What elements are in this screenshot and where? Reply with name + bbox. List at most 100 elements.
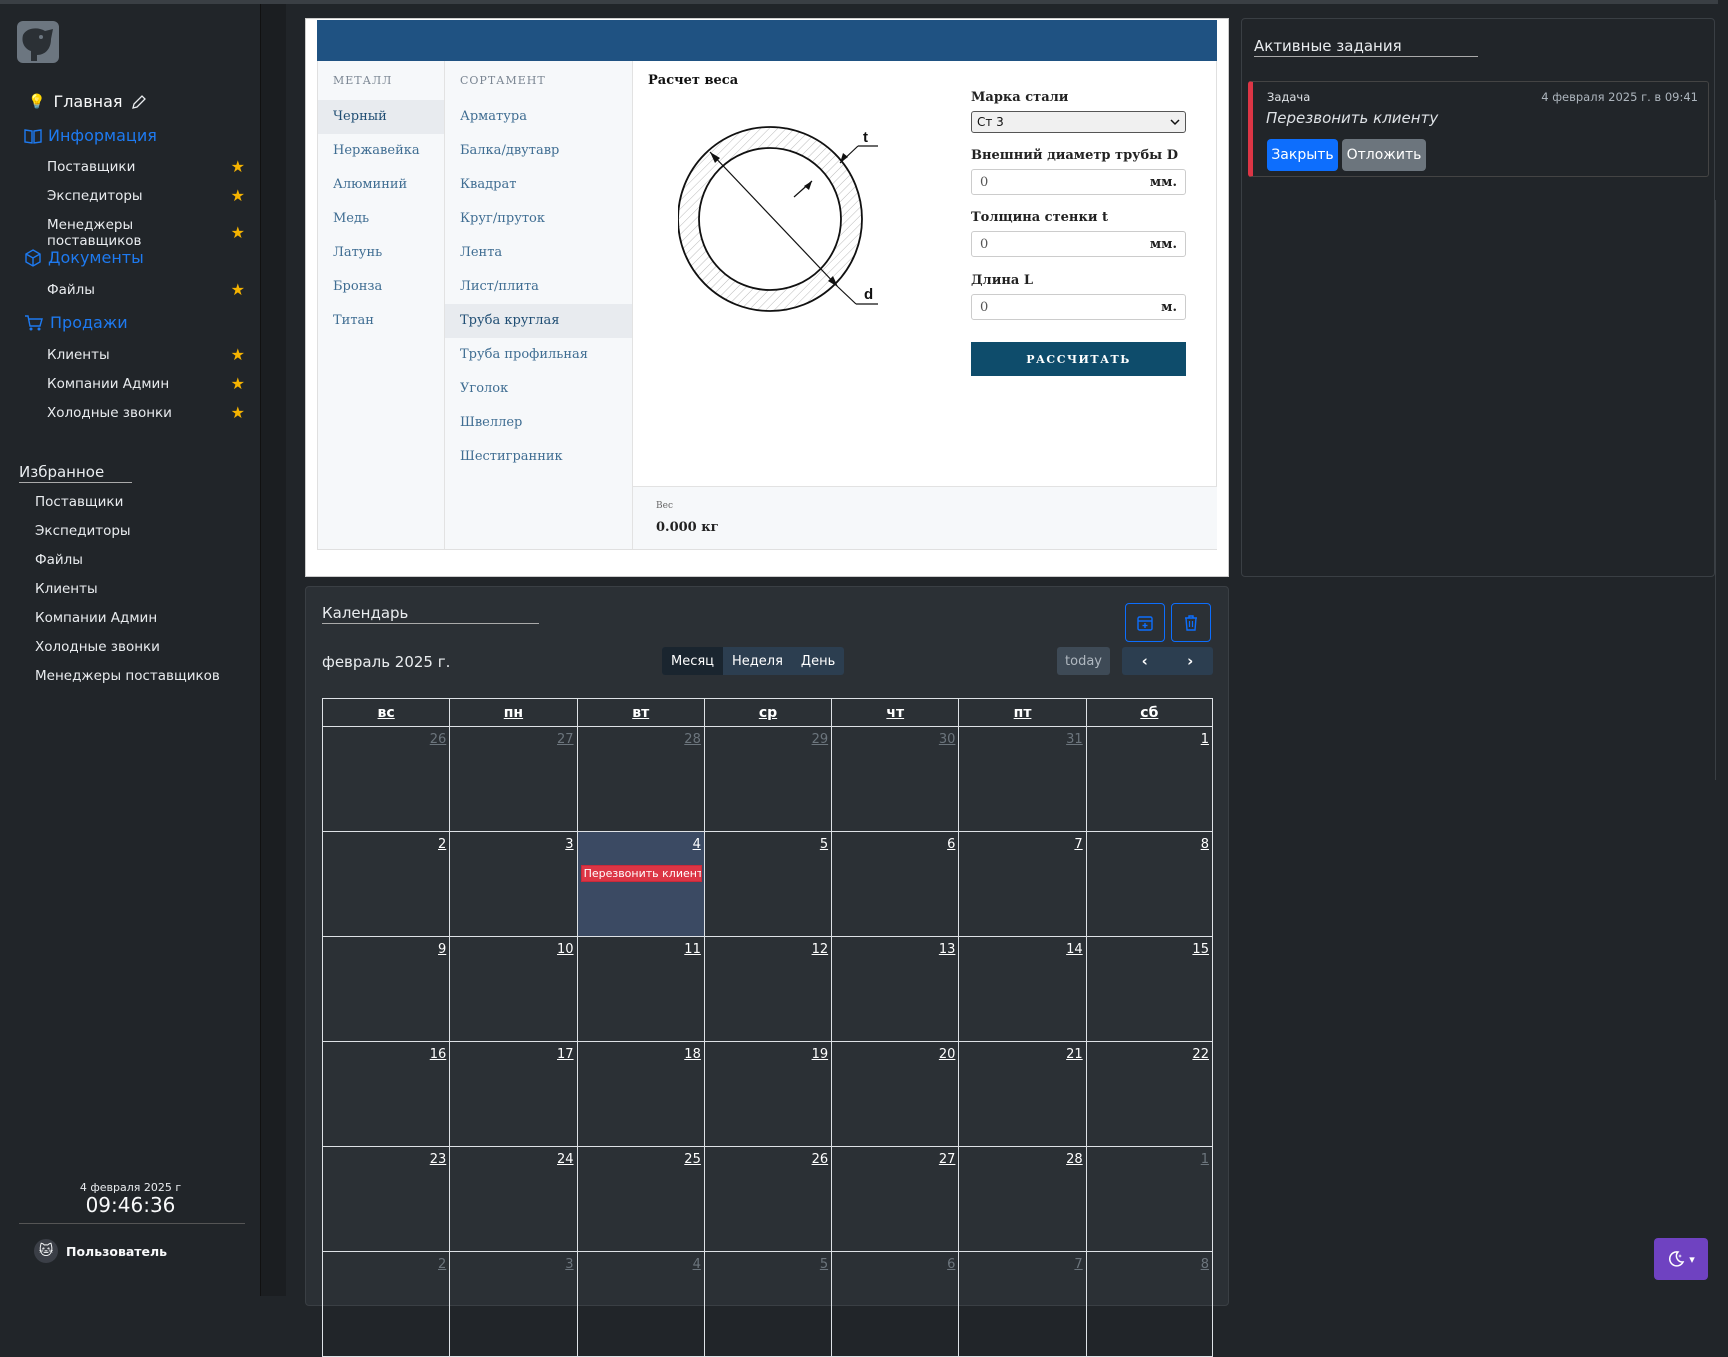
day-number[interactable]: 27 bbox=[939, 1152, 956, 1167]
day-number[interactable]: 20 bbox=[939, 1047, 956, 1062]
sidebar-item-clients[interactable]: Клиенты ★ bbox=[47, 347, 245, 364]
close-task-button[interactable]: Закрыть bbox=[1267, 139, 1338, 171]
assortment-item[interactable]: Труба профильная bbox=[445, 338, 632, 372]
day-number[interactable]: 26 bbox=[812, 1152, 829, 1167]
calendar-day[interactable]: 5 bbox=[703, 1252, 832, 1357]
day-number[interactable]: 7 bbox=[1074, 1257, 1082, 1272]
calendar-day[interactable]: 5 bbox=[703, 832, 832, 937]
nav-home[interactable]: 💡 Главная bbox=[28, 92, 147, 111]
theme-toggle-button[interactable]: ▾ bbox=[1654, 1238, 1708, 1280]
calendar-day[interactable]: 3 bbox=[449, 832, 577, 937]
sidebar-item-suppliers[interactable]: Поставщики ★ bbox=[47, 159, 245, 176]
add-event-button[interactable] bbox=[1125, 603, 1165, 642]
assortment-item[interactable]: Швеллер bbox=[445, 406, 632, 440]
view-week-button[interactable]: Неделя bbox=[723, 647, 792, 675]
star-icon[interactable]: ★ bbox=[231, 188, 245, 204]
day-number[interactable]: 26 bbox=[430, 732, 447, 747]
day-number[interactable]: 28 bbox=[684, 732, 701, 747]
calendar-day[interactable]: 27 bbox=[831, 1147, 959, 1252]
day-number[interactable]: 23 bbox=[430, 1152, 447, 1167]
day-number[interactable]: 28 bbox=[1066, 1152, 1083, 1167]
assortment-item[interactable]: Лента bbox=[445, 236, 632, 270]
calendar-day[interactable]: 26 bbox=[322, 727, 450, 832]
star-icon[interactable]: ★ bbox=[231, 282, 245, 298]
day-number[interactable]: 29 bbox=[812, 732, 829, 747]
calendar-day[interactable]: 7 bbox=[958, 1252, 1086, 1357]
nav-sales[interactable]: Продажи bbox=[24, 313, 128, 332]
day-number[interactable]: 9 bbox=[438, 942, 446, 957]
assortment-item[interactable]: Квадрат bbox=[445, 168, 632, 202]
day-number[interactable]: 15 bbox=[1192, 942, 1209, 957]
calendar-day[interactable]: 8 bbox=[1085, 832, 1213, 937]
metal-item[interactable]: Латунь bbox=[318, 236, 444, 270]
sidebar-item-files[interactable]: Файлы ★ bbox=[47, 282, 245, 299]
sidebar-item-cold-calls[interactable]: Холодные звонки ★ bbox=[47, 405, 245, 422]
calendar-day[interactable]: 30 bbox=[831, 727, 959, 832]
star-icon[interactable]: ★ bbox=[231, 405, 245, 421]
pencil-icon[interactable] bbox=[131, 94, 147, 110]
day-number[interactable]: 6 bbox=[947, 1257, 955, 1272]
calendar-day[interactable]: 16 bbox=[322, 1042, 450, 1147]
calendar-day[interactable]: 10 bbox=[449, 937, 577, 1042]
calendar-day[interactable]: 7 bbox=[958, 832, 1086, 937]
calendar-day[interactable]: 4 Перезвонить клиенту bbox=[576, 832, 704, 937]
day-number[interactable]: 31 bbox=[1066, 732, 1083, 747]
day-number[interactable]: 2 bbox=[438, 837, 446, 852]
metal-item[interactable]: Нержавейка bbox=[318, 134, 444, 168]
calendar-day[interactable]: 20 bbox=[831, 1042, 959, 1147]
favorite-item[interactable]: Клиенты bbox=[35, 581, 98, 597]
day-number[interactable]: 3 bbox=[565, 837, 573, 852]
calendar-day[interactable]: 2 bbox=[322, 1252, 450, 1357]
day-number[interactable]: 7 bbox=[1074, 837, 1082, 852]
length-input[interactable]: 0 м. bbox=[971, 294, 1186, 320]
star-icon[interactable]: ★ bbox=[231, 347, 245, 363]
favorite-item[interactable]: Экспедиторы bbox=[35, 523, 131, 539]
calendar-day[interactable]: 29 bbox=[703, 727, 832, 832]
calendar-day[interactable]: 19 bbox=[703, 1042, 832, 1147]
calendar-day[interactable]: 26 bbox=[703, 1147, 832, 1252]
view-month-button[interactable]: Месяц bbox=[662, 647, 724, 675]
day-number[interactable]: 2 bbox=[438, 1257, 446, 1272]
favorite-item[interactable]: Файлы bbox=[35, 552, 83, 568]
calendar-day[interactable]: 28 bbox=[576, 727, 704, 832]
assortment-item[interactable]: Балка/двутавр bbox=[445, 134, 632, 168]
prev-month-button[interactable]: ‹ bbox=[1122, 647, 1168, 675]
calendar-day[interactable]: 28 bbox=[958, 1147, 1086, 1252]
calendar-day[interactable]: 24 bbox=[449, 1147, 577, 1252]
next-month-button[interactable]: › bbox=[1168, 647, 1214, 675]
favorite-item[interactable]: Холодные звонки bbox=[35, 639, 160, 655]
day-number[interactable]: 3 bbox=[565, 1257, 573, 1272]
day-number[interactable]: 16 bbox=[430, 1047, 447, 1062]
day-number[interactable]: 1 bbox=[1201, 732, 1209, 747]
day-number[interactable]: 17 bbox=[557, 1047, 574, 1062]
calendar-day[interactable]: 6 bbox=[831, 1252, 959, 1357]
calendar-day[interactable]: 3 bbox=[449, 1252, 577, 1357]
nav-info[interactable]: Информация bbox=[24, 126, 157, 145]
day-number[interactable]: 30 bbox=[939, 732, 956, 747]
calendar-day[interactable]: 2 bbox=[322, 832, 450, 937]
day-number[interactable]: 27 bbox=[557, 732, 574, 747]
outer-diameter-input[interactable]: 0 мм. bbox=[971, 169, 1186, 195]
delete-event-button[interactable] bbox=[1171, 603, 1211, 642]
sidebar-item-forwarders[interactable]: Экспедиторы ★ bbox=[47, 188, 245, 205]
calendar-day[interactable]: 13 bbox=[831, 937, 959, 1042]
day-number[interactable]: 4 bbox=[693, 1257, 701, 1272]
user-menu[interactable]: 🐱 Пользователь bbox=[34, 1239, 167, 1263]
star-icon[interactable]: ★ bbox=[231, 376, 245, 392]
assortment-item[interactable]: Уголок bbox=[445, 372, 632, 406]
metal-item[interactable]: Титан bbox=[318, 304, 444, 338]
sidebar-item-supplier-managers[interactable]: Менеджеры поставщиков ★ bbox=[47, 217, 245, 249]
calendar-day[interactable]: 18 bbox=[576, 1042, 704, 1147]
metal-item[interactable]: Бронза bbox=[318, 270, 444, 304]
day-number[interactable]: 13 bbox=[939, 942, 956, 957]
wall-thickness-input[interactable]: 0 мм. bbox=[971, 231, 1186, 257]
favorite-item[interactable]: Менеджеры поставщиков bbox=[35, 668, 220, 684]
day-number[interactable]: 18 bbox=[684, 1047, 701, 1062]
day-number[interactable]: 25 bbox=[684, 1152, 701, 1167]
assortment-item[interactable]: Круг/пруток bbox=[445, 202, 632, 236]
day-number[interactable]: 24 bbox=[557, 1152, 574, 1167]
calendar-day[interactable]: 12 bbox=[703, 937, 832, 1042]
metal-item[interactable]: Черный bbox=[318, 100, 444, 134]
calendar-day[interactable]: 8 bbox=[1085, 1252, 1213, 1357]
steel-grade-select[interactable]: Ст 3 bbox=[971, 111, 1186, 133]
